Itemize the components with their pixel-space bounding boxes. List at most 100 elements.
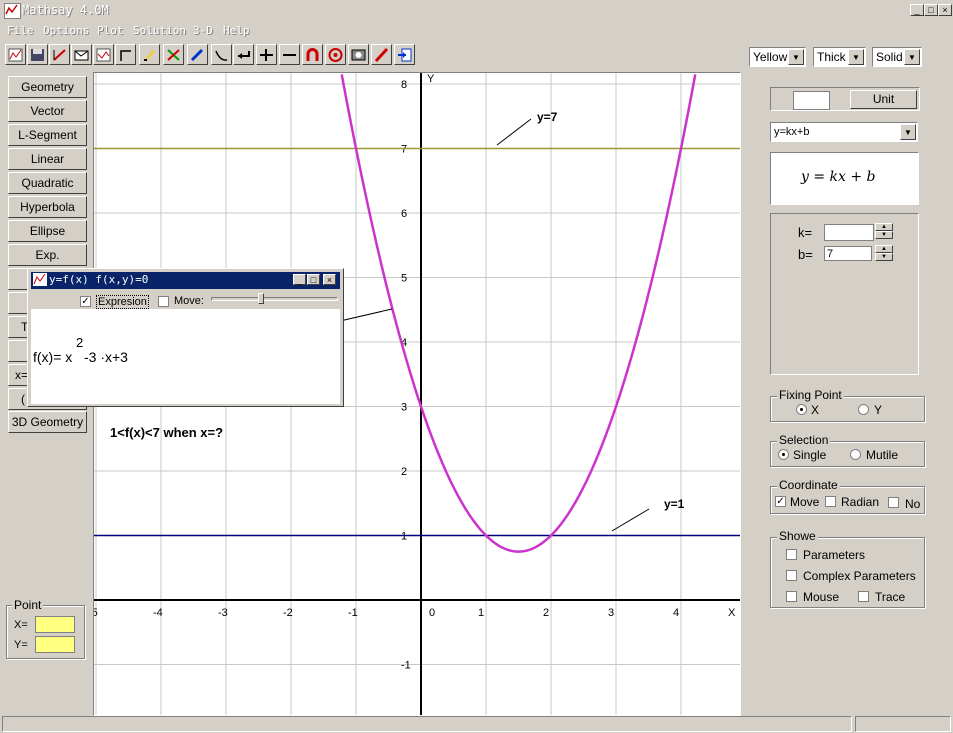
save-icon[interactable] [27, 44, 48, 65]
close-button[interactable]: × [323, 274, 336, 285]
point-x-field[interactable] [35, 616, 75, 633]
fixing-x-radio[interactable] [796, 404, 807, 415]
x-tick-label: -3 [218, 607, 228, 619]
showe-complex-label: Complex Parameters [803, 569, 916, 583]
x-tick-label: -2 [283, 607, 293, 619]
move-slider-thumb[interactable] [258, 293, 264, 304]
chart-icon [33, 273, 47, 286]
plot-icon[interactable] [93, 44, 114, 65]
y-tick-label: 6 [401, 208, 407, 220]
quadratic-button[interactable]: Quadratic [8, 172, 87, 194]
coordinate-move-checkbox[interactable]: ✓ [775, 496, 786, 507]
maximize-button[interactable]: □ [307, 274, 320, 285]
coordinate-radian-checkbox[interactable] [825, 496, 836, 507]
exit-icon[interactable] [394, 44, 415, 65]
showe-parameters-checkbox[interactable] [786, 549, 797, 560]
selection-title: Selection [777, 433, 831, 447]
selection-single-radio[interactable] [778, 449, 789, 460]
wave-icon[interactable] [211, 44, 232, 65]
point-y-field[interactable] [35, 636, 75, 653]
coordinate-radian-label: Radian [841, 495, 880, 509]
expression-window-title: y=f(x) f(x,y)=0 [49, 273, 149, 286]
chevron-down-icon: ▼ [788, 49, 804, 65]
color-select[interactable]: Yellow ▼ [749, 47, 806, 67]
close-button[interactable]: × [938, 4, 952, 16]
envelope-icon[interactable] [71, 44, 92, 65]
k-down-arrow-icon[interactable]: ▼ [875, 231, 893, 239]
b-down-arrow-icon[interactable]: ▼ [875, 253, 893, 261]
unit-button[interactable]: Unit [850, 90, 917, 109]
plus-icon[interactable] [256, 44, 277, 65]
brush-icon[interactable] [371, 44, 392, 65]
k-up-arrow-icon[interactable]: ▲ [875, 223, 893, 231]
minimize-button[interactable]: _ [910, 4, 924, 16]
x-tick-label: -1 [348, 607, 358, 619]
camera-icon[interactable] [348, 44, 369, 65]
title-bar: Mathsay 4.0M _ □ × [0, 0, 953, 22]
function-select[interactable]: y=kx+b ▼ [770, 122, 918, 142]
menu-file[interactable]: File [7, 24, 34, 37]
menu-bar: File Options Plot Solution 3-D Help [0, 22, 953, 40]
selection-mutile-radio[interactable] [850, 449, 861, 460]
menu-3d[interactable]: 3-D [193, 24, 213, 37]
point-x-label: X= [14, 619, 28, 631]
scatter-icon[interactable] [49, 44, 70, 65]
expression-display: f(x)= x 2 -3 ·x+3 [31, 309, 340, 404]
params-panel: k= ▲ ▼ b= 7 ▲ ▼ [770, 213, 919, 375]
style-select[interactable]: Solid ▼ [872, 47, 922, 67]
color-select-value: Yellow [753, 50, 788, 64]
expression-checkbox[interactable]: ✓ [80, 296, 91, 307]
minimize-button[interactable]: _ [293, 274, 306, 285]
hyperbola-button[interactable]: Hyperbola [8, 196, 87, 218]
vector-button[interactable]: Vector [8, 100, 87, 122]
unit-field[interactable] [793, 91, 830, 110]
3d-geometry-button[interactable]: 3D Geometry [8, 411, 87, 433]
magnet-icon[interactable] [302, 44, 323, 65]
menu-help[interactable]: Help [223, 24, 250, 37]
parabola-curve [340, 74, 697, 553]
exp-button[interactable]: Exp. [8, 244, 87, 266]
showe-complex-checkbox[interactable] [786, 570, 797, 581]
coordinate-no-checkbox[interactable] [888, 497, 899, 508]
x-tick-label: 2 [543, 607, 549, 619]
y-tick-label: 5 [401, 273, 407, 285]
param-b-field[interactable]: 7 [824, 246, 872, 261]
showe-title: Showe [777, 529, 818, 543]
ellipse-button[interactable]: Ellipse [8, 220, 87, 242]
intersect-icon[interactable] [163, 44, 184, 65]
question-text: 1<f(x)<7 when x=? [110, 425, 224, 440]
function-select-value: y=kx+b [774, 126, 810, 138]
pen-icon[interactable] [187, 44, 208, 65]
move-slider-track[interactable] [211, 297, 338, 301]
angle-icon[interactable] [115, 44, 136, 65]
geometry-button[interactable]: Geometry [8, 76, 87, 98]
minus-icon[interactable] [279, 44, 300, 65]
maximize-button[interactable]: □ [924, 4, 938, 16]
formula-display: y = kx + b [770, 152, 919, 205]
b-up-arrow-icon[interactable]: ▲ [875, 245, 893, 253]
status-bar [2, 716, 852, 732]
label-y7: y=7 [537, 110, 558, 124]
target-icon[interactable] [325, 44, 346, 65]
showe-mouse-checkbox[interactable] [786, 591, 797, 602]
y-tick-label: 7 [401, 144, 407, 156]
left-arrow-icon[interactable] [233, 44, 254, 65]
fixing-y-radio[interactable] [858, 404, 869, 415]
function-text: f(x)= x [33, 349, 73, 365]
linear-button[interactable]: Linear [8, 148, 87, 170]
param-k-field[interactable] [824, 224, 874, 241]
fixing-point-title: Fixing Point [777, 388, 844, 402]
showe-parameters-label: Parameters [803, 548, 866, 562]
expression-window-titlebar[interactable]: y=f(x) f(x,y)=0 _ □ × [31, 272, 340, 289]
pencil-icon[interactable] [139, 44, 160, 65]
menu-options[interactable]: Options [43, 24, 89, 37]
showe-trace-checkbox[interactable] [858, 591, 869, 602]
chart-icon[interactable] [5, 44, 26, 65]
point-y-label: Y= [14, 639, 28, 651]
move-checkbox[interactable] [158, 296, 169, 307]
chevron-down-icon: ▼ [900, 124, 916, 140]
l-segment-button[interactable]: L-Segment [8, 124, 87, 146]
menu-solution[interactable]: Solution [133, 24, 186, 37]
menu-plot[interactable]: Plot [97, 24, 124, 37]
width-select[interactable]: Thick ▼ [813, 47, 866, 67]
